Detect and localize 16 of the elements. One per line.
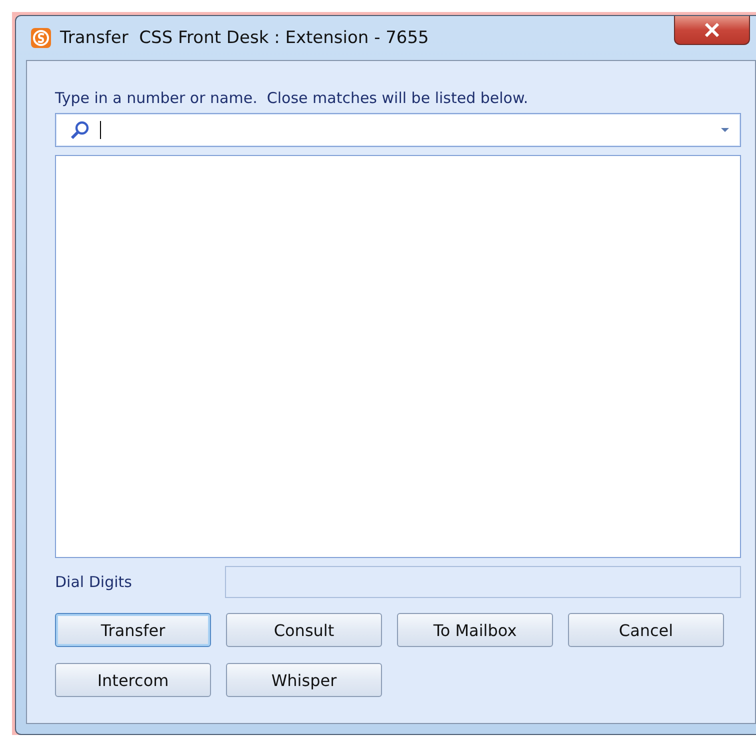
dial-digits-field[interactable]: [225, 566, 741, 598]
dialog-button[interactable]: Consult: [226, 613, 382, 647]
window-title: Transfer CSS Front Desk : Extension - 7655: [60, 28, 429, 48]
search-field[interactable]: [55, 113, 741, 147]
dropdown-caret-icon[interactable]: [720, 127, 730, 133]
dialog-button[interactable]: Transfer: [55, 613, 211, 647]
app-logo-icon: [30, 27, 52, 49]
close-button[interactable]: [674, 16, 750, 45]
dialog-button[interactable]: Intercom: [55, 663, 211, 697]
instruction-text: Type in a number or name. Close matches will be listed below.: [55, 89, 530, 107]
close-icon: [704, 23, 720, 37]
dialog-button[interactable]: Whisper: [226, 663, 382, 697]
dialog-button[interactable]: Cancel: [568, 613, 724, 647]
search-icon: [70, 120, 90, 140]
field-label: Dial Digits: [55, 573, 133, 591]
dialog-button[interactable]: To Mailbox: [397, 613, 553, 647]
